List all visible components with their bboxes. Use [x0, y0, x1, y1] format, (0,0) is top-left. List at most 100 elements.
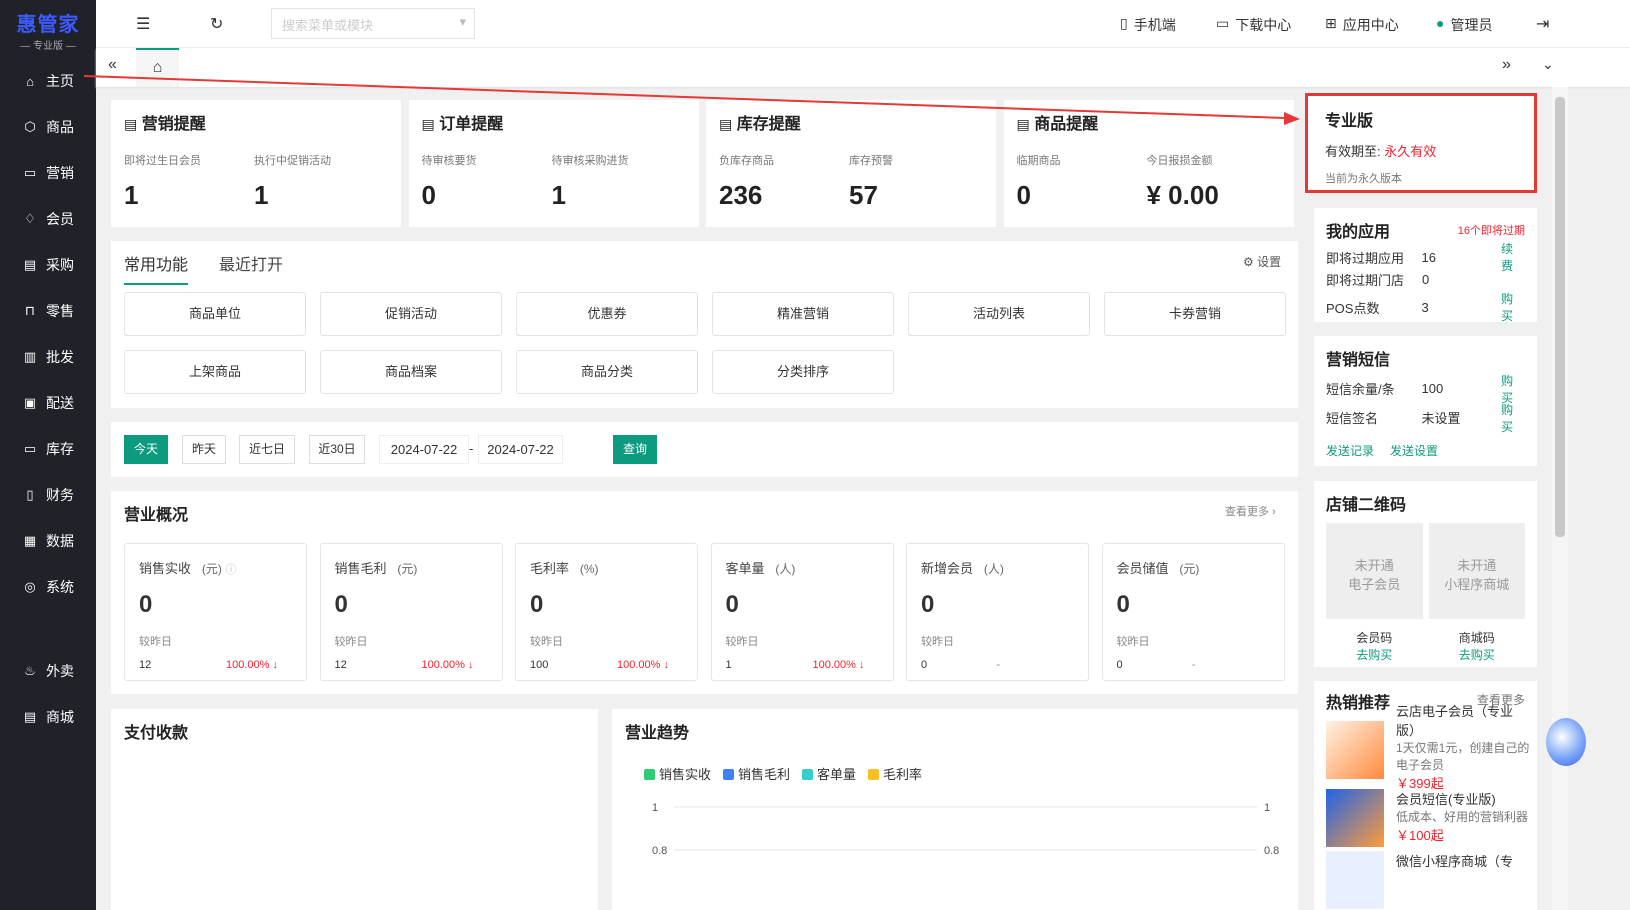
settings-button[interactable]: ⚙ 设置	[1243, 253, 1281, 270]
label: 采购	[46, 257, 74, 273]
chevron-down-icon[interactable]: ⌄	[1542, 56, 1554, 73]
sms-row: 短信余量/条 100 购买	[1326, 374, 1525, 405]
hot-item[interactable]: 云店电子会员（专业版） 1天仅需1元，创建自己的电子会员 ￥399起	[1326, 701, 1531, 791]
sidebar-item[interactable]: ▣ 配送	[0, 380, 96, 426]
tab-home[interactable]: ⌂	[136, 48, 179, 87]
send-records-link[interactable]: 发送记录	[1326, 442, 1374, 459]
label: 毛利率	[530, 561, 570, 576]
label: 下载中心	[1235, 17, 1292, 33]
tab-recent[interactable]: 最近打开	[219, 251, 283, 275]
label: 新增会员	[921, 561, 974, 576]
function-button[interactable]: 商品分类	[516, 350, 698, 394]
metric-card[interactable]: 客单量 (人) 0 较昨日 1 100.00% ↓	[710, 543, 894, 681]
scrollbar[interactable]	[1552, 87, 1568, 910]
metric-card[interactable]: 会员储值 (元) 0 较昨日 0 -	[1101, 543, 1285, 681]
end-date-input[interactable]: 2024-07-22	[478, 435, 563, 464]
metric-card[interactable]: 新增会员 (人) 0 较昨日 0 -	[906, 543, 1089, 681]
label: — 专业版 —	[20, 41, 76, 52]
label[interactable]: 续费	[1501, 240, 1525, 274]
label: 12	[334, 659, 347, 671]
scroll-right-icon[interactable]: »	[1502, 56, 1511, 74]
function-button[interactable]: 精准营销	[712, 292, 894, 336]
label[interactable]: 购买	[1501, 401, 1525, 435]
function-button[interactable]: 卡券营销	[1104, 292, 1286, 336]
app-center-link[interactable]: ⊞ 应用中心	[1325, 15, 1399, 35]
label[interactable]: 去购买	[1326, 646, 1423, 663]
label: 未开通 小程序商城	[1428, 523, 1525, 619]
label[interactable]: 购买	[1501, 290, 1525, 324]
hot-item[interactable]: 微信小程序商城（专	[1326, 851, 1531, 910]
sidebar-item[interactable]: ▭ 营销	[0, 150, 96, 196]
date-range-button[interactable]: 近七日	[239, 435, 295, 464]
send-settings-link[interactable]: 发送设置	[1390, 442, 1438, 459]
sidebar-item[interactable]: ▭ 库存	[0, 426, 96, 472]
function-button[interactable]: 上架商品	[124, 350, 306, 394]
label: 云店电子会员（专业版）	[1396, 704, 1514, 738]
function-button[interactable]: 商品档案	[320, 350, 502, 394]
sidebar-item[interactable]: ⊓ 零售	[0, 288, 96, 334]
sidebar-item[interactable]: ▥ 批发	[0, 334, 96, 380]
metric-card[interactable]: 销售实收 (元) ⓘ 0 较昨日 12 100.00% ↓	[124, 543, 307, 681]
logout-icon[interactable]: ⇥	[1536, 14, 1549, 34]
function-button[interactable]: 商品单位	[124, 292, 306, 336]
sidebar-item[interactable]: ◎ 系统	[0, 564, 96, 610]
label: 营销短信	[1326, 352, 1391, 369]
reminder-item[interactable]: 待审核要货 0	[422, 152, 477, 211]
sidebar-item[interactable]: ▦ 数据	[0, 518, 96, 564]
refresh-icon[interactable]: ↻	[210, 14, 223, 34]
legend-item[interactable]: 销售实收	[644, 764, 711, 783]
reminder-item[interactable]: 执行中促销活动 1	[254, 152, 331, 211]
reminder-item[interactable]: 待审核采购进货 1	[552, 152, 629, 211]
label: 微信小程序商城（专	[1396, 854, 1514, 869]
scrollbar-thumb[interactable]	[1555, 97, 1565, 537]
legend-item[interactable]: 销售毛利	[723, 764, 790, 783]
function-button[interactable]: 促销活动	[320, 292, 502, 336]
menu-toggle-icon[interactable]: ☰	[136, 14, 150, 34]
sms-card: 营销短信 短信余量/条 100 购买 短信签名 未设置 购买 发送记录 发送设置	[1314, 336, 1537, 466]
sidebar-item[interactable]: ♢ 会员	[0, 196, 96, 242]
assistant-icon[interactable]	[1546, 718, 1586, 766]
sidebar-item[interactable]: ▤ 商城	[0, 694, 96, 740]
reminder-item[interactable]: 今日报损金额 ¥ 0.00	[1147, 152, 1219, 211]
app-row: 即将过期门店 0	[1326, 268, 1525, 290]
delivery-icon: ▣	[23, 395, 37, 410]
function-button[interactable]: 优惠券	[516, 292, 698, 336]
function-button[interactable]: 分类排序	[712, 350, 894, 394]
mobile-link[interactable]: ▯ 手机端	[1120, 15, 1176, 35]
hot-item[interactable]: 会员短信(专业版) 低成本、好用的营销利器 ￥100起	[1326, 789, 1531, 851]
tab-common[interactable]: 常用功能	[124, 251, 189, 285]
metric-card[interactable]: 毛利率 (%) 0 较昨日 100 100.00% ↓	[515, 543, 698, 681]
sidebar-item[interactable]: ♨ 外卖	[0, 648, 96, 694]
download-center-link[interactable]: ▭ 下载中心	[1216, 15, 1291, 35]
label: 未设置	[1421, 411, 1461, 426]
label: 营业趋势	[625, 725, 690, 742]
search-input[interactable]: 搜索菜单或模块 ▾	[271, 8, 475, 39]
label: 零售	[46, 303, 74, 319]
label: 1	[725, 659, 732, 671]
reminder-item[interactable]: 临期商品 0	[1017, 152, 1061, 211]
label: 店铺二维码	[1326, 497, 1407, 514]
start-date-input[interactable]: 2024-07-22	[379, 435, 469, 464]
scroll-left-icon[interactable]: «	[108, 56, 117, 74]
date-range-button[interactable]: 近30日	[309, 435, 365, 464]
label: 57	[849, 180, 878, 210]
sidebar-item[interactable]: ▤ 采购	[0, 242, 96, 288]
overview-more-link[interactable]: 查看更多 ›	[1225, 503, 1276, 519]
finance-icon: ▯	[26, 487, 34, 502]
legend-item[interactable]: 毛利率	[868, 764, 922, 783]
function-button[interactable]: 活动列表	[908, 292, 1090, 336]
query-button[interactable]: 查询	[613, 435, 657, 464]
sidebar-item[interactable]: ⬡ 商品	[0, 104, 96, 150]
metric-card[interactable]: 销售毛利 (元) 0 较昨日 12 100.00% ↓	[319, 543, 503, 681]
trend-icon: ▤	[124, 116, 138, 132]
sidebar-item[interactable]: ⌂ 主页	[0, 58, 96, 104]
user-menu[interactable]: ● 管理员	[1436, 15, 1492, 35]
reminder-item[interactable]: 负库存商品 236	[719, 152, 774, 211]
reminder-item[interactable]: 库存预警 57	[849, 152, 893, 211]
label[interactable]: 去购买	[1429, 646, 1526, 663]
date-range-button[interactable]: 今天	[124, 435, 168, 464]
sidebar-item[interactable]: ▯ 财务	[0, 472, 96, 518]
legend-item[interactable]: 客单量	[802, 764, 856, 783]
reminder-item[interactable]: 即将过生日会员 1	[124, 152, 201, 211]
date-range-button[interactable]: 昨天	[182, 435, 226, 464]
